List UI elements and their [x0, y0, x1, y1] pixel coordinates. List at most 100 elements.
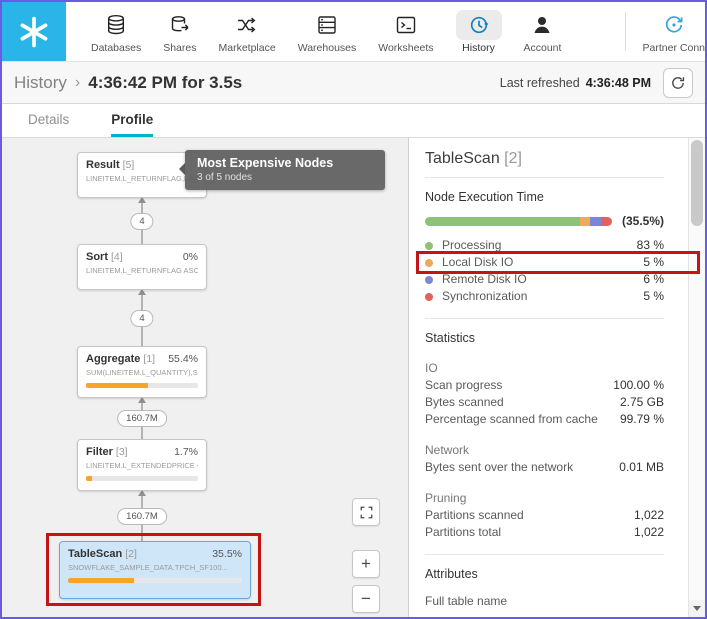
- execution-bar-row: (35.5%): [425, 214, 664, 228]
- nav-separator: [624, 12, 626, 51]
- stat-row-scan-progress: Scan progress 100.00 %: [425, 377, 664, 394]
- legend-value: 6 %: [643, 272, 664, 286]
- bar-segment-local-disk-io: [580, 216, 590, 226]
- fit-to-screen-button[interactable]: [352, 498, 380, 526]
- refresh-button[interactable]: [663, 67, 693, 98]
- node-detail: SUM(LINEITEM.L_QUANTITY),SUM(LINEIT...: [86, 368, 198, 377]
- account-icon: [530, 10, 554, 40]
- last-refreshed-time: 4:36:48 PM: [585, 75, 651, 90]
- details-scrollbar[interactable]: [688, 138, 705, 617]
- snowflake-icon: [20, 16, 48, 47]
- zoom-out-button[interactable]: −: [352, 585, 380, 613]
- edge-rowcount-badge: 4: [130, 213, 154, 230]
- node-tag: [2]: [125, 548, 137, 560]
- nav-item-partner-connect[interactable]: Partner Conn: [632, 2, 705, 61]
- full-table-name-label: Full table name: [425, 594, 508, 608]
- nav-item-label: Warehouses: [297, 42, 357, 54]
- stat-value: 1,022: [633, 525, 664, 539]
- legend-row-remote-disk-io: Remote Disk IO 6 %: [425, 271, 664, 288]
- most-expensive-nodes-tooltip: Most Expensive Nodes 3 of 5 nodes: [179, 150, 385, 190]
- node-detail: SNOWFLAKE_SAMPLE_DATA.TPCH_SF100...: [68, 563, 228, 572]
- nav-item-label: Worksheets: [378, 42, 434, 54]
- nav-item-label: Marketplace: [218, 42, 276, 54]
- stat-row-partitions-total: Partitions total 1,022: [425, 524, 664, 541]
- legend-dot-icon: [425, 292, 433, 301]
- stat-label: Scan progress: [425, 378, 503, 392]
- tooltip-title: Most Expensive Nodes: [197, 156, 334, 170]
- tab-details[interactable]: Details: [28, 104, 69, 137]
- top-navigation: Databases Shares Marketplace Warehouses …: [2, 2, 705, 62]
- node-percent: 35.5%: [212, 548, 242, 560]
- node-details-panel: TableScan [2] Node Execution Time (35.5%…: [408, 138, 705, 617]
- arrow-down-icon: [693, 606, 701, 611]
- fit-to-screen-icon: [360, 506, 372, 518]
- stat-row-bytes-scanned: Bytes scanned 2.75 GB: [425, 394, 664, 411]
- legend-dot-icon: [425, 258, 433, 267]
- attributes-heading: Attributes: [425, 567, 478, 581]
- bar-segment-processing: [425, 216, 581, 226]
- node-cost-bar: [86, 383, 198, 388]
- legend-label: Local Disk IO: [442, 255, 514, 269]
- node-detail: LINEITEM.L_EXTENDEDPRICE <= 20000: [86, 461, 198, 470]
- nav-items: Databases Shares Marketplace Warehouses …: [66, 2, 705, 61]
- tab-profile[interactable]: Profile: [111, 104, 154, 137]
- panel-title-name: TableScan: [425, 150, 500, 167]
- node-percent: 1.7%: [174, 446, 198, 458]
- shares-icon: [168, 10, 192, 40]
- node-percent: 55.4%: [168, 353, 198, 365]
- stat-row-bytes-sent: Bytes sent over the network 0.01 MB: [425, 459, 664, 476]
- statistics-section: Statistics IO Scan progress 100.00 % Byt…: [425, 319, 664, 555]
- node-name: Sort: [86, 251, 108, 263]
- graph-node-tablescan[interactable]: TableScan [2] 35.5% SNOWFLAKE_SAMPLE_DAT…: [59, 541, 251, 599]
- tab-bar: Details Profile: [2, 104, 705, 138]
- execution-time-section: Node Execution Time (35.5%) Processing 8…: [416, 178, 700, 319]
- partner-connect-icon: [662, 10, 686, 40]
- node-tag: [3]: [115, 446, 128, 458]
- nav-item-worksheets[interactable]: Worksheets: [367, 2, 444, 61]
- breadcrumb-current: 4:36:42 PM for 3.5s: [88, 72, 243, 92]
- nav-item-label: Partner Conn: [642, 42, 705, 54]
- bar-segment-synchronization: [600, 216, 612, 226]
- attributes-section: Attributes Full table name SNOWFLAKE_SAM…: [425, 555, 664, 617]
- warehouses-icon: [315, 10, 339, 40]
- app-window: Databases Shares Marketplace Warehouses …: [0, 0, 707, 619]
- graph-node-filter[interactable]: Filter [3] 1.7% LINEITEM.L_EXTENDEDPRICE…: [77, 439, 207, 491]
- breadcrumb-separator-icon: ›: [74, 73, 81, 91]
- nav-item-account[interactable]: Account: [513, 2, 573, 61]
- stat-value: 99.79 %: [619, 412, 664, 426]
- nav-item-shares[interactable]: Shares: [152, 2, 207, 61]
- page-header: History › 4:36:42 PM for 3.5s Last refre…: [2, 62, 705, 104]
- nav-item-history[interactable]: History: [445, 2, 513, 61]
- execution-time-bar: [425, 216, 612, 226]
- node-tag: [1]: [143, 353, 156, 365]
- zoom-in-button[interactable]: +: [352, 550, 380, 578]
- legend-value: 83 %: [636, 238, 664, 252]
- breadcrumb-root[interactable]: History: [14, 73, 67, 93]
- nav-item-marketplace[interactable]: Marketplace: [207, 2, 286, 61]
- graph-node-sort[interactable]: Sort [4] 0% LINEITEM.L_RETURNFLAG ASC NU…: [77, 244, 207, 290]
- statistics-heading: Statistics: [425, 331, 476, 345]
- nav-item-databases[interactable]: Databases: [80, 2, 152, 61]
- tooltip-subtitle: 3 of 5 nodes: [197, 172, 253, 183]
- nav-item-warehouses[interactable]: Warehouses: [287, 2, 368, 61]
- stat-value: 2.75 GB: [619, 395, 664, 409]
- marketplace-icon: [235, 10, 259, 40]
- stat-group-pruning: Pruning: [425, 491, 467, 505]
- graph-node-aggregate[interactable]: Aggregate [1] 55.4% SUM(LINEITEM.L_QUANT…: [77, 346, 207, 398]
- snowflake-logo[interactable]: [2, 2, 66, 61]
- stat-row-cache-percentage: Percentage scanned from cache 99.79 %: [425, 411, 664, 428]
- scrollbar-down-button[interactable]: [689, 600, 705, 617]
- stat-value: 0.01 MB: [619, 460, 664, 474]
- query-plan-graph: 4 4 160.7M 160.7M Result [5] LINEITEM.L_…: [2, 138, 408, 617]
- panel-title: TableScan [2]: [425, 150, 664, 178]
- legend-dot-icon: [425, 241, 433, 250]
- node-percent: 0%: [182, 251, 198, 263]
- node-cost-bar: [68, 578, 242, 583]
- scrollbar-thumb[interactable]: [691, 140, 703, 226]
- legend-row-synchronization: Synchronization 5 %: [425, 288, 664, 305]
- worksheets-icon: [394, 10, 418, 40]
- header-right: Last refreshed 4:36:48 PM: [500, 67, 693, 98]
- nav-item-label: Shares: [163, 42, 197, 54]
- edge-rowcount-badge: 160.7M: [117, 508, 167, 525]
- execution-total-percent: (35.5%): [621, 214, 664, 228]
